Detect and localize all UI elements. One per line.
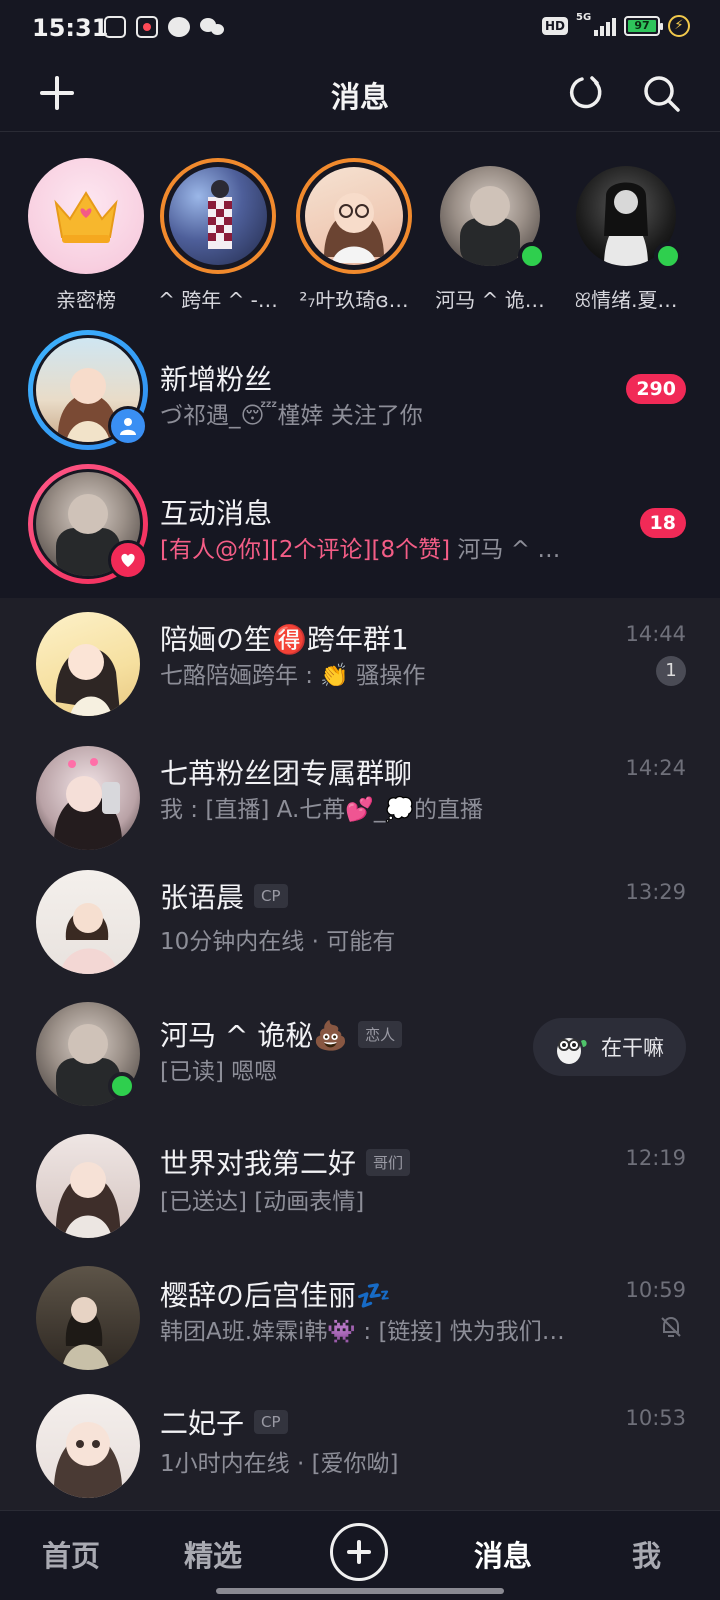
chat-row[interactable]: 世界对我第二好 哥们 [已送达] [动画表情] 12:19 (0, 1132, 720, 1266)
row-subtitle: 1小时内在线 · [爱你呦] (160, 1451, 399, 1477)
chat-list: 陪婳の笙🉐跨年群1 七酪陪婳跨年 : 👏 骚操作 14:44 1 七苒粉丝团专属… (0, 598, 720, 1510)
nav-me[interactable]: 我 (632, 1533, 661, 1575)
row-title: 樱辞の后宫佳丽💤 (160, 1279, 391, 1312)
avatar (36, 870, 140, 974)
avatar (36, 1394, 140, 1498)
row-title: 世界对我第二好 哥们 (160, 1142, 411, 1182)
avatar (36, 746, 140, 850)
unread-count-badge: 1 (656, 656, 686, 686)
row-title: 陪婳の笙🉐跨年群1 (160, 623, 409, 656)
status-bar: 15:31 HD 5G 97 ⚡ (0, 0, 720, 56)
avatar (36, 1266, 140, 1370)
row-subtitle: [已送达] [动画表情] (160, 1189, 365, 1215)
bottom-nav: 首页 精选 消息 我 (0, 1510, 720, 1600)
story-label: 河马 ^ 诡… (435, 288, 545, 312)
story-avatar (305, 167, 403, 265)
top-header: 消息 (0, 56, 720, 132)
search-icon[interactable] (642, 74, 682, 114)
interaction-messages-row[interactable]: 互动消息 [有人@你][2个评论][8个赞] 河马 ^ … 18 (0, 456, 720, 590)
chat-row[interactable]: 二妃子 CP 1小时内在线 · [爱你呦] 10:53 (0, 1392, 720, 1510)
signal-icon: 5G (576, 12, 616, 36)
story-intimacy-ranking[interactable]: 亲密榜 (20, 158, 152, 313)
story-item[interactable]: 河马 ^ 诡… (424, 158, 556, 313)
home-indicator[interactable] (216, 1588, 504, 1594)
refresh-icon[interactable] (568, 74, 604, 110)
row-title: 张语晨 CP (160, 876, 288, 916)
timestamp: 14:24 (625, 756, 686, 780)
relation-tag: 哥们 (366, 1148, 411, 1176)
avatar (36, 1134, 140, 1238)
timestamp: 12:19 (625, 1146, 686, 1170)
story-item[interactable]: ꕤ情绪.夏… (560, 158, 692, 313)
timestamp: 10:53 (625, 1406, 686, 1430)
sticker-icon (557, 1038, 587, 1064)
row-subtitle: [已读] 嗯嗯 (160, 1059, 278, 1085)
video-notification-icon (136, 16, 158, 38)
relation-tag: CP (254, 1410, 288, 1434)
gallery-notification-icon (104, 16, 126, 38)
charging-icon: ⚡ (668, 15, 690, 37)
row-subtitle: 10分钟内在线 · 可能有 (160, 929, 396, 955)
chat-row[interactable]: 七苒粉丝团专属群聊 我 : [直播] A.七苒💕_💭的直播 14:24 (0, 732, 720, 866)
system-status-icons: HD 5G 97 ⚡ (541, 12, 690, 37)
unread-count-badge: 290 (626, 374, 686, 404)
online-status-dot (518, 242, 546, 270)
nav-home[interactable]: 首页 (42, 1533, 100, 1575)
online-status-dot (654, 242, 682, 270)
story-avatar (169, 167, 267, 265)
status-time: 15:31 (32, 14, 109, 42)
wechat-notification-icon (200, 16, 224, 38)
row-title: 互动消息 (160, 497, 273, 530)
system-messages: 新增粉丝 づ祁遇_😴槿婞 关注了你 290 互动消息 [有人@你][2个评论][… (0, 322, 720, 598)
message-notification-icon (168, 17, 190, 37)
bell-mute-icon (661, 1316, 681, 1337)
story-item[interactable]: ^ 跨年 ^ -… (152, 158, 284, 313)
story-item[interactable]: ²₇叶玖琦ɞ… (288, 158, 420, 313)
timestamp: 14:44 (625, 622, 686, 646)
user-icon (108, 406, 148, 446)
chat-row[interactable]: 河马 ^ 诡秘💩 恋人 [已读] 嗯嗯 在干嘛 (0, 998, 720, 1132)
row-title: 新增粉丝 (160, 363, 273, 396)
row-subtitle: 七酪陪婳跨年 : 👏 骚操作 (160, 663, 426, 689)
avatar (36, 612, 140, 716)
row-subtitle: 韩团A班.婞霖i韩👾 : [链接] 快为我们… (160, 1319, 565, 1345)
row-subtitle: [有人@你][2个评论][8个赞] 河马 ^ … (160, 537, 561, 563)
chat-row[interactable]: 陪婳の笙🉐跨年群1 七酪陪婳跨年 : 👏 骚操作 14:44 1 (0, 598, 720, 732)
timestamp: 13:29 (625, 880, 686, 904)
timestamp: 10:59 (625, 1278, 686, 1302)
stories-row: 亲密榜 ^ 跨年 ^ -… ²₇叶玖琦ɞ… 河马 ^ 诡… ꕤ情绪.夏… (0, 150, 720, 320)
row-subtitle: づ祁遇_😴槿婞 关注了你 (160, 403, 423, 429)
row-title: 七苒粉丝团专属群聊 (160, 757, 413, 790)
page-title: 消息 (330, 80, 389, 114)
row-subtitle: 我 : [直播] A.七苒💕_💭的直播 (160, 797, 484, 823)
unread-count-badge: 18 (639, 508, 686, 538)
notification-icons (104, 16, 224, 38)
chat-row[interactable]: 樱辞の后宫佳丽💤 韩团A班.婞霖i韩👾 : [链接] 快为我们… 10:59 (0, 1264, 720, 1398)
chat-row[interactable]: 张语晨 CP 10分钟内在线 · 可能有 13:29 (0, 866, 720, 1000)
story-label: ꕤ情绪.夏… (574, 288, 678, 312)
relation-tag: CP (254, 884, 288, 908)
online-status-dot (108, 1072, 136, 1100)
row-title: 河马 ^ 诡秘💩 恋人 (160, 1014, 403, 1054)
crown-icon (28, 158, 144, 274)
story-label: 亲密榜 (56, 288, 116, 312)
hd-icon: HD (541, 17, 568, 35)
battery-icon: 97 (624, 16, 663, 36)
row-title: 二妃子 CP (160, 1402, 288, 1442)
story-label: ²₇叶玖琦ɞ… (299, 288, 409, 312)
heart-icon (108, 540, 148, 580)
nav-featured[interactable]: 精选 (184, 1533, 242, 1575)
story-label: ^ 跨年 ^ -… (158, 288, 278, 312)
quick-reply-button[interactable]: 在干嘛 (533, 1018, 686, 1076)
nav-messages[interactable]: 消息 (474, 1533, 532, 1575)
relation-tag: 恋人 (358, 1020, 403, 1048)
new-followers-row[interactable]: 新增粉丝 づ祁遇_😴槿婞 关注了你 290 (0, 322, 720, 456)
create-post-button[interactable] (330, 1523, 388, 1581)
